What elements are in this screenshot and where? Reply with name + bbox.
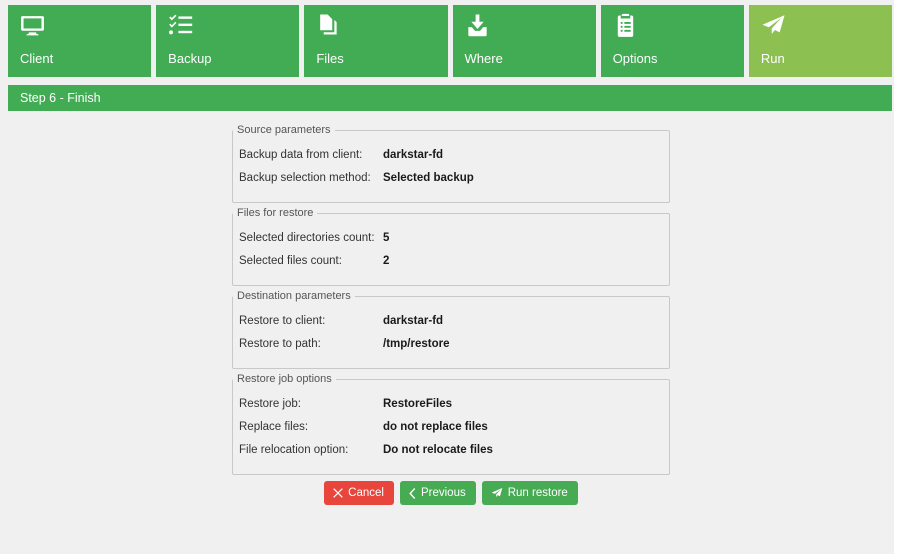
summary-row-label: Backup data from client: [239,148,383,163]
summary-row-label: Selected files count: [239,254,383,269]
wizard-tab-options-label: Options [613,51,658,66]
summary-row-value: /tmp/restore [383,337,449,352]
paper-plane-icon [761,13,880,43]
summary-row-value: do not replace files [383,420,488,435]
chevron-left-icon [409,488,416,499]
summary-row-label: Backup selection method: [239,171,383,186]
paper-plane-icon [491,487,503,499]
wizard-tab-run[interactable]: Run [749,5,892,77]
summary-row-value: RestoreFiles [383,397,452,412]
summary-row-label: Replace files: [239,420,383,435]
panel-source-parameters: Source parameters Backup data from clien… [232,124,670,203]
wizard-action-bar: Cancel Previous Run restore [232,481,670,505]
cancel-button[interactable]: Cancel [324,481,394,505]
summary-row-label: Restore to client: [239,314,383,329]
wizard-tab-run-label: Run [761,51,785,66]
panel-body: Restore job: RestoreFiles Replace files:… [233,385,669,474]
panel-body: Backup data from client: darkstar-fd Bac… [233,136,669,202]
restore-wizard-page: Client Backup [0,0,904,554]
run-restore-button[interactable]: Run restore [482,481,578,505]
step-header-title: Step 6 - Finish [20,90,101,106]
summary-row: Selected directories count: 5 [233,228,669,251]
close-x-icon [333,488,343,498]
summary-row: Restore job: RestoreFiles [233,394,669,417]
summary-row-label: Selected directories count: [239,231,383,246]
page-right-gutter [894,0,904,554]
panel-legend: Files for restore [233,207,317,219]
summary-row: Restore to path: /tmp/restore [233,334,669,357]
wizard-tab-where[interactable]: Where [453,5,596,77]
panel-body: Restore to client: darkstar-fd Restore t… [233,302,669,368]
cancel-button-label: Cancel [348,486,384,500]
summary-row-value: Do not relocate files [383,443,493,458]
summary-row-label: Restore to path: [239,337,383,352]
panel-body: Selected directories count: 5 Selected f… [233,219,669,285]
clipboard-list-icon [613,13,732,43]
wizard-tab-bar: Client Backup [8,5,892,77]
summary-row-label: File relocation option: [239,443,383,458]
summary-row: Restore to client: darkstar-fd [233,311,669,334]
panel-restore-job-options: Restore job options Restore job: Restore… [232,373,670,475]
download-inbox-icon [465,13,584,43]
summary-row: Backup selection method: Selected backup [233,168,669,191]
wizard-tab-client[interactable]: Client [8,5,151,77]
tasks-icon [168,13,287,43]
previous-button[interactable]: Previous [400,481,476,505]
panel-legend: Source parameters [233,124,335,136]
previous-button-label: Previous [421,486,466,500]
copy-files-icon [316,13,435,43]
run-restore-button-label: Run restore [508,486,568,500]
summary-row-value: darkstar-fd [383,148,443,163]
wizard-tab-backup[interactable]: Backup [156,5,299,77]
summary-row-value: 2 [383,254,389,269]
panel-destination-parameters: Destination parameters Restore to client… [232,290,670,369]
monitor-icon [20,13,139,43]
summary-row-value: darkstar-fd [383,314,443,329]
panel-legend: Restore job options [233,373,336,385]
summary-row-value: Selected backup [383,171,474,186]
wizard-tab-client-label: Client [20,51,53,66]
summary-row: Selected files count: 2 [233,251,669,274]
wizard-tab-options[interactable]: Options [601,5,744,77]
wizard-tab-files[interactable]: Files [304,5,447,77]
wizard-tab-where-label: Where [465,51,503,66]
summary-row-label: Restore job: [239,397,383,412]
summary-row: Replace files: do not replace files [233,417,669,440]
wizard-tab-files-label: Files [316,51,343,66]
panel-files-for-restore: Files for restore Selected directories c… [232,207,670,286]
restore-summary: Source parameters Backup data from clien… [232,124,670,479]
summary-row: Backup data from client: darkstar-fd [233,145,669,168]
summary-row: File relocation option: Do not relocate … [233,440,669,463]
step-header-bar: Step 6 - Finish [8,85,892,111]
summary-row-value: 5 [383,231,389,246]
wizard-tab-backup-label: Backup [168,51,211,66]
panel-legend: Destination parameters [233,290,355,302]
